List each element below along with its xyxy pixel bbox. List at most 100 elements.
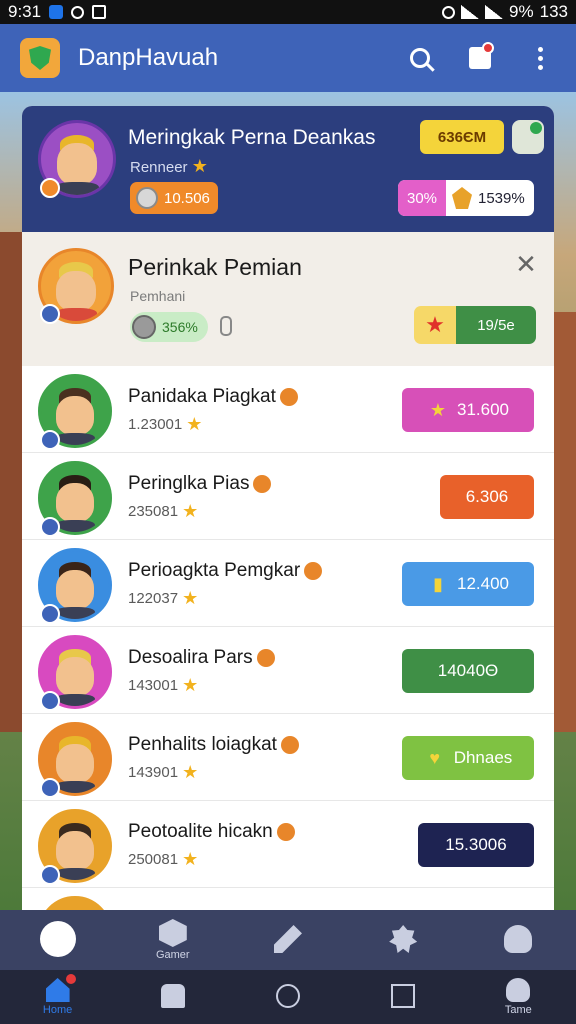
medal-icon bbox=[280, 736, 299, 754]
sys-home[interactable]: Home bbox=[18, 974, 98, 1016]
leaderboard-list: Panidaka Piagkat 1.23001 ★ ★ 31.600 Peri… bbox=[22, 366, 554, 910]
star-icon: ★ bbox=[191, 156, 208, 176]
sys-games[interactable] bbox=[133, 984, 213, 1010]
player-level-badge-icon bbox=[40, 778, 60, 798]
status-bar: 9:31 9% 133 bbox=[0, 0, 576, 24]
circle-icon bbox=[275, 984, 300, 1008]
player-score: 235081 ★ bbox=[128, 501, 199, 521]
leaderboard-row[interactable]: Desoalira Pars 143001 ★ 14040Θ bbox=[22, 627, 554, 714]
reward-icon: ♥ bbox=[429, 748, 441, 768]
player-name: Peringlka Pias bbox=[128, 473, 272, 495]
player-score: 1.23001 ★ bbox=[128, 414, 203, 434]
battery-icon: 133 bbox=[539, 2, 568, 21]
leaderboard-row[interactable]: Perioagkta Pemgkar 122037 ★ ▮ 12.400 bbox=[22, 540, 554, 627]
coin-icon bbox=[136, 187, 158, 209]
sys-profile[interactable]: Tame bbox=[478, 978, 558, 1016]
leaderboard-row[interactable]: Panidaka Piagkat 1.23001 ★ ★ 31.600 bbox=[22, 366, 554, 453]
leaderboard-row[interactable]: Peringlka Pias 235081 ★ 6.306 bbox=[22, 453, 554, 540]
nav-profile[interactable] bbox=[18, 921, 98, 959]
nav-gamer[interactable]: Gamer bbox=[133, 919, 213, 961]
medal-icon bbox=[452, 187, 472, 209]
player-score: 143901 ★ bbox=[128, 762, 199, 782]
player-reward-badge[interactable]: ♥ Dhnaes bbox=[402, 736, 534, 780]
avatar-icon bbox=[39, 921, 76, 957]
player-reward-badge[interactable]: 6.306 bbox=[440, 475, 534, 519]
medal-icon bbox=[256, 649, 275, 667]
sys-recents[interactable] bbox=[363, 984, 443, 1010]
nav-edit[interactable] bbox=[248, 925, 328, 955]
player-reward-badge[interactable]: 14040Θ bbox=[402, 649, 534, 693]
leaderboard-panel: Meringkak Perna Deankas Renneer ★ 10.506… bbox=[22, 106, 554, 910]
featured-level-badge-icon bbox=[40, 304, 60, 324]
star-icon: ★ bbox=[182, 675, 199, 695]
player-level-badge-icon bbox=[40, 604, 60, 624]
medal-icon bbox=[253, 475, 272, 493]
more-vertical-icon bbox=[537, 46, 543, 70]
search-button[interactable] bbox=[404, 42, 436, 74]
player-reward-badge[interactable]: 15.3006 bbox=[418, 823, 534, 867]
star-icon: ★ bbox=[414, 306, 456, 344]
featured-progress: 356% bbox=[130, 312, 208, 342]
star-icon: ★ bbox=[182, 762, 199, 782]
alarm-icon bbox=[442, 5, 456, 19]
nav-gamer-label: Gamer bbox=[155, 949, 190, 961]
leaderboard-row[interactable]: Peotoalite hicakn 250081 ★ 15.3006 bbox=[22, 801, 554, 888]
user-icon bbox=[504, 925, 533, 953]
reward-icon: ★ bbox=[429, 400, 447, 420]
user-stats-chip: 30% 1539% bbox=[398, 180, 534, 216]
leaderboard-row[interactable] bbox=[22, 888, 554, 910]
featured-name: Perinkak Pemian bbox=[128, 254, 302, 280]
star-icon: ★ bbox=[182, 849, 199, 869]
more-options-button[interactable] bbox=[524, 42, 556, 74]
player-level-badge-icon bbox=[40, 517, 60, 537]
featured-reward-button[interactable]: ★ 19/5e bbox=[414, 306, 536, 344]
status-time: 9:31 bbox=[8, 2, 42, 21]
medal-icon bbox=[304, 562, 323, 580]
current-user-card[interactable]: Meringkak Perna Deankas Renneer ★ 10.506… bbox=[22, 106, 554, 232]
nav-account[interactable] bbox=[478, 925, 558, 955]
edit-button[interactable] bbox=[512, 120, 544, 154]
app-bar: DanpHavuah bbox=[0, 24, 576, 92]
battery-percent: 9% bbox=[509, 2, 534, 21]
close-button[interactable]: ✕ bbox=[514, 251, 538, 277]
user-coins: 10.506 bbox=[130, 182, 218, 214]
profile-label: Tame bbox=[504, 1004, 532, 1016]
player-name: Perioagkta Pemgkar bbox=[128, 560, 323, 582]
player-reward-badge[interactable]: ★ 31.600 bbox=[402, 388, 534, 432]
nav-badges[interactable] bbox=[363, 925, 443, 955]
gamepad-icon bbox=[160, 984, 185, 1008]
lock-icon bbox=[220, 316, 232, 336]
player-reward-badge[interactable]: ▮ 12.400 bbox=[402, 562, 534, 606]
wifi-icon bbox=[461, 5, 480, 19]
box-icon bbox=[158, 919, 187, 947]
star-icon: ★ bbox=[186, 414, 203, 434]
star-icon: ★ bbox=[182, 501, 199, 521]
medal-icon bbox=[279, 388, 298, 406]
home-label: Home bbox=[42, 1004, 73, 1016]
app-logo-icon bbox=[20, 38, 60, 78]
player-name: Penhalits loiagkat bbox=[128, 734, 299, 756]
player-level-badge-icon bbox=[40, 865, 60, 885]
user-subtitle: Renneer ★ bbox=[130, 156, 208, 176]
featured-player-card[interactable]: Perinkak Pemian Pemhani 356% ✕ ★ 19/5e bbox=[22, 232, 554, 366]
player-score: 250081 ★ bbox=[128, 849, 199, 869]
app-title: DanpHavuah bbox=[78, 44, 219, 71]
system-navigation: Home Tame bbox=[0, 970, 576, 1024]
bottom-navigation: Gamer bbox=[0, 910, 576, 970]
square-icon bbox=[391, 984, 416, 1008]
medal-icon bbox=[276, 823, 295, 841]
shop-button[interactable] bbox=[464, 42, 496, 74]
star-icon: ★ bbox=[182, 588, 199, 608]
leaderboard-row[interactable]: Penhalits loiagkat 143901 ★ ♥ Dhnaes bbox=[22, 714, 554, 801]
player-name: Panidaka Piagkat bbox=[128, 386, 298, 408]
user-points-badge[interactable]: 636ЄM bbox=[420, 120, 504, 154]
sys-home-circle[interactable] bbox=[248, 984, 328, 1010]
notification-dot bbox=[482, 42, 494, 54]
player-score: 143001 ★ bbox=[128, 675, 199, 695]
notification-dot bbox=[65, 974, 76, 984]
reward-icon: ▮ bbox=[433, 574, 443, 594]
player-score: 122037 ★ bbox=[128, 588, 199, 608]
player-name: Desoalira Pars bbox=[128, 647, 275, 669]
sync-icon bbox=[71, 5, 85, 19]
player-avatar bbox=[38, 896, 112, 910]
